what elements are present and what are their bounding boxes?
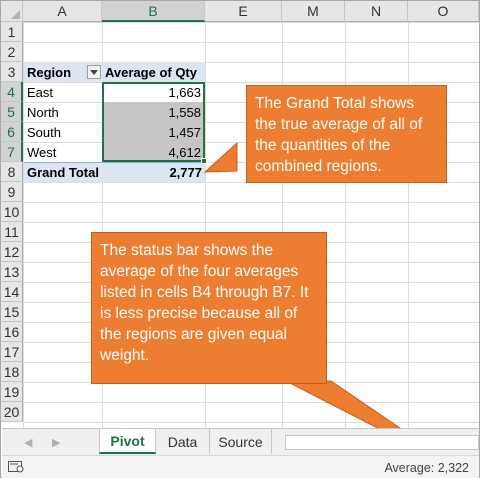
status-bar-callout-text: The status bar shows the average of the … bbox=[100, 242, 309, 364]
row-header[interactable]: 1 bbox=[1, 22, 23, 42]
pivot-region-cell[interactable]: West bbox=[24, 142, 102, 162]
horizontal-scrollbar[interactable] bbox=[285, 435, 479, 450]
column-header-n[interactable]: N bbox=[345, 1, 408, 22]
sheet-tab-bar: ◀ ▶ Pivot Data Source bbox=[2, 428, 479, 455]
select-all-corner[interactable] bbox=[1, 1, 23, 22]
grand-total-callout-text: The Grand Total shows the true average o… bbox=[255, 95, 423, 175]
sheet-tab-data[interactable]: Data bbox=[156, 429, 210, 454]
pivot-region-cell[interactable]: North bbox=[24, 102, 102, 122]
pivot-value-cell[interactable]: 4,612 bbox=[103, 142, 204, 162]
column-header-b[interactable]: B bbox=[102, 1, 205, 22]
row-header[interactable]: 5 bbox=[1, 102, 23, 122]
row-header[interactable]: 20 bbox=[1, 402, 23, 422]
row-header[interactable]: 7 bbox=[1, 142, 23, 162]
status-bar-callout: The status bar shows the average of the … bbox=[91, 232, 327, 384]
sheet-tab-source[interactable]: Source bbox=[210, 429, 272, 454]
pivot-value-cell[interactable]: 1,663 bbox=[103, 82, 204, 102]
row-header[interactable]: 12 bbox=[1, 242, 23, 262]
row-header[interactable]: 4 bbox=[1, 82, 23, 102]
pivot-region-cell[interactable]: East bbox=[24, 82, 102, 102]
column-header-a[interactable]: A bbox=[23, 1, 102, 22]
row-header[interactable]: 17 bbox=[1, 342, 23, 362]
column-header-o[interactable]: O bbox=[408, 1, 479, 22]
column-header-m[interactable]: M bbox=[282, 1, 345, 22]
filter-dropdown-icon[interactable] bbox=[87, 65, 101, 79]
row-header[interactable]: 10 bbox=[1, 202, 23, 222]
row-header[interactable]: 14 bbox=[1, 282, 23, 302]
row-header[interactable]: 3 bbox=[1, 62, 23, 82]
grand-total-label[interactable]: Grand Total bbox=[24, 162, 102, 182]
row-header[interactable]: 19 bbox=[1, 382, 23, 402]
row-header[interactable]: 13 bbox=[1, 262, 23, 282]
row-header[interactable]: 2 bbox=[1, 42, 23, 62]
fill-handle[interactable] bbox=[201, 158, 207, 164]
column-header-e[interactable]: E bbox=[205, 1, 282, 22]
scroll-tabs-left-icon[interactable]: ◀ bbox=[24, 436, 32, 449]
row-header[interactable]: 15 bbox=[1, 302, 23, 322]
pivot-value-cell[interactable]: 1,558 bbox=[103, 102, 204, 122]
macro-recording-icon[interactable] bbox=[8, 461, 24, 476]
status-average[interactable]: Average: 2,322 bbox=[384, 461, 469, 475]
excel-window: A B E M N O 1 2 3 4 5 6 7 8 9 10 11 12 1… bbox=[0, 0, 480, 478]
row-header[interactable]: 6 bbox=[1, 122, 23, 142]
status-bar: Average: 2,322 bbox=[2, 455, 479, 478]
row-header[interactable]: 16 bbox=[1, 322, 23, 342]
grand-total-value[interactable]: 2,777 bbox=[102, 162, 205, 182]
pivot-value-cell[interactable]: 1,457 bbox=[103, 122, 204, 142]
pivot-region-cell[interactable]: South bbox=[24, 122, 102, 142]
row-header[interactable]: 9 bbox=[1, 182, 23, 202]
row-header[interactable]: 11 bbox=[1, 222, 23, 242]
grand-total-callout: The Grand Total shows the true average o… bbox=[246, 85, 447, 183]
row-header[interactable]: 8 bbox=[1, 162, 23, 182]
pivot-header-value[interactable]: Average of Qty bbox=[102, 62, 205, 82]
scroll-tabs-right-icon[interactable]: ▶ bbox=[52, 436, 60, 449]
row-header[interactable]: 18 bbox=[1, 362, 23, 382]
sheet-tab-pivot[interactable]: Pivot bbox=[99, 429, 156, 454]
